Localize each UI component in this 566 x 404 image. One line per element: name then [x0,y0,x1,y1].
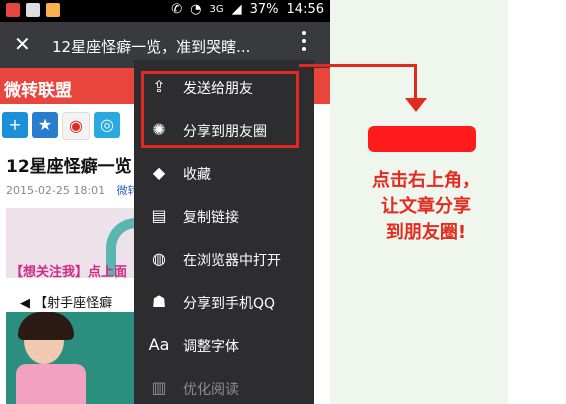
social-share-icons: + ★ ◉ ◎ [2,112,120,140]
callout-arrow-icon [405,98,427,112]
article-title: 12星座怪癖一览 [6,157,132,177]
menu-item-favorite[interactable]: ◆ 收藏 [134,151,314,194]
add-icon[interactable]: + [2,112,28,138]
section-heading: ◀ 【射手座怪癖 [20,296,113,311]
account-name: 微转联盟 [4,81,72,101]
instruction-line: 点击右上角， [372,170,480,191]
network-type: 3G [209,4,224,15]
status-bar: ✆ ◔ 3G ◢ 37% 14:56 [0,0,330,22]
vibrate-icon: ✆ [171,2,183,17]
gallery-icon [26,3,40,17]
more-menu-icon[interactable] [302,31,308,51]
weibo-icon[interactable]: ◉ [62,112,90,140]
phone-screen: ✆ ◔ 3G ◢ 37% 14:56 ✕ 12星座怪癖一览，准到哭瞎... 微转… [0,0,330,404]
instruction-line: 到朋友圈! [385,222,467,243]
menu-item-optimize-reading[interactable]: ▥ 优化阅读 [134,366,314,404]
article-illustration [6,312,138,404]
favorite-box-icon: ◆ [152,163,166,182]
menu-item-label: 调整字体 [183,339,239,355]
menu-item-label: 收藏 [183,167,211,183]
qzone-star-icon[interactable]: ★ [32,112,58,138]
menu-item-label: 分享到手机QQ [183,296,276,312]
taobao-icon [46,3,60,17]
menu-item-label: 复制链接 [183,210,239,226]
wifi-icon: ◔ [190,2,202,17]
menu-item-label: 在浏览器中打开 [183,253,281,269]
menu-item-share-qq[interactable]: ☗ 分享到手机QQ [134,280,314,323]
notification-app-icon [6,3,20,17]
book-icon: ▥ [151,378,167,397]
instruction-text: 点击右上角， 让文章分享 到朋友圈! [356,168,496,246]
signal-icon: ◢ [231,2,242,17]
redacted-label [368,126,476,152]
article-meta: 2015-02-25 18:01 微转 [6,182,139,198]
clock: 14:56 [286,2,324,17]
copy-link-icon: ▤ [151,206,167,225]
menu-item-open-browser[interactable]: ◍ 在浏览器中打开 [134,237,314,280]
font-aa-icon: Aa [148,335,170,354]
qq-penguin-icon: ☗ [151,292,167,311]
article-page-title: 12星座怪癖一览，准到哭瞎... [52,38,251,56]
instruction-line: 让文章分享 [381,196,471,217]
highlight-box [141,71,299,148]
menu-item-copy-link[interactable]: ▤ 复制链接 [134,194,314,237]
callout-line [299,64,416,67]
article-date: 2015-02-25 18:01 [6,184,106,197]
menu-item-label: 优化阅读 [183,382,239,398]
globe-icon: ◍ [152,249,166,268]
menu-item-font-size[interactable]: Aa 调整字体 [134,323,314,366]
follow-prompt: 【想关注我】点上面 [10,265,128,280]
tencent-weibo-icon[interactable]: ◎ [94,112,120,138]
close-icon[interactable]: ✕ [14,32,31,56]
battery-percent: 37% [249,2,279,17]
